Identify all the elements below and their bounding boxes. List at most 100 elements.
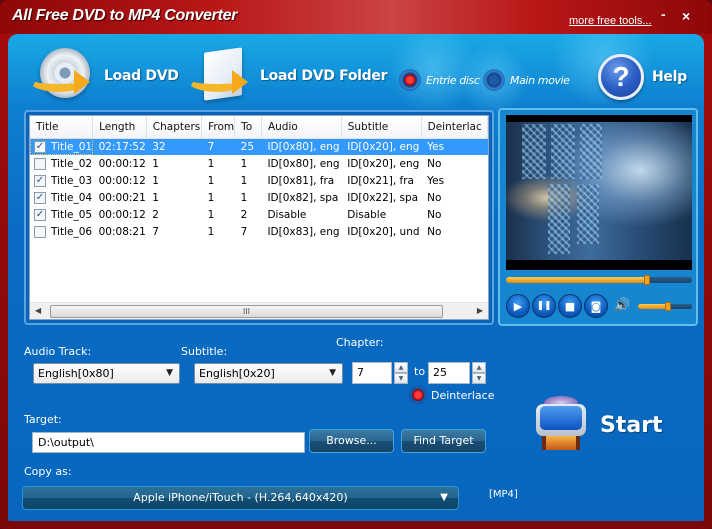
titles-panel: Title Length Chapters From To Audio Subt… bbox=[24, 110, 494, 325]
spin-up-icon[interactable]: ▲ bbox=[472, 362, 486, 373]
volume-slider[interactable] bbox=[638, 302, 692, 311]
close-button[interactable]: × bbox=[682, 8, 690, 24]
start-converter-icon bbox=[532, 396, 590, 454]
column-header-length[interactable]: Length bbox=[92, 116, 147, 139]
cell-deinterlace: No bbox=[427, 225, 442, 238]
cell-subtitle: ID[0x20], eng bbox=[341, 138, 422, 155]
column-header-chapters[interactable]: Chapters bbox=[146, 116, 203, 139]
browse-button[interactable]: Browse... bbox=[309, 429, 394, 453]
table-row[interactable]: ✓ Title_04 00:00:21 1 1 1 ID[0x82], spa ID[0x22… bbox=[30, 189, 488, 206]
cell-deinterlace: Yes bbox=[421, 138, 488, 155]
cell-from: 1 bbox=[207, 191, 215, 204]
play-icon: ▶ bbox=[513, 299, 523, 313]
row-checkbox[interactable]: ✓ bbox=[34, 191, 46, 204]
column-header-subtitle[interactable]: Subtitle bbox=[341, 116, 422, 139]
table-row[interactable]: ✓ Title_03 00:00:12 1 1 1 ID[0x81], fra ID[0x21… bbox=[30, 172, 488, 189]
subtitle-select[interactable]: English[0x20] ▼ bbox=[194, 363, 343, 384]
chevron-down-icon: ▼ bbox=[440, 492, 448, 503]
chevron-down-icon: ▼ bbox=[329, 368, 336, 378]
row-checkbox[interactable] bbox=[34, 157, 46, 170]
chapter-from-stepper[interactable]: ▲ ▼ bbox=[394, 362, 408, 384]
title-name: Title_04 bbox=[51, 191, 93, 204]
chapter-to-stepper[interactable]: ▲ ▼ bbox=[472, 362, 486, 384]
row-checkbox[interactable]: ✓ bbox=[34, 174, 46, 187]
radio-entire-disc[interactable]: Entrie disc bbox=[400, 70, 480, 90]
more-free-tools-link[interactable]: more free tools... bbox=[569, 15, 652, 27]
cell-to: 1 bbox=[240, 174, 248, 187]
app-title: All Free DVD to MP4 Converter bbox=[12, 7, 238, 24]
pause-icon: ❚❚ bbox=[536, 301, 552, 311]
row-checkbox[interactable]: ✓ bbox=[34, 208, 46, 221]
spin-down-icon[interactable]: ▼ bbox=[472, 373, 486, 384]
spin-down-icon[interactable]: ▼ bbox=[394, 373, 408, 384]
cell-deinterlace: No bbox=[427, 191, 442, 204]
scroll-left-arrow-icon[interactable]: ◀ bbox=[35, 306, 41, 315]
copy-as-profile-select[interactable]: Apple iPhone/iTouch - (H.264,640x420) ▼ bbox=[22, 486, 459, 510]
cell-subtitle: ID[0x20], eng bbox=[347, 157, 420, 170]
deinterlace-toggle[interactable]: Deinterlace bbox=[410, 387, 494, 403]
cell-audio: ID[0x83], eng bbox=[267, 225, 340, 238]
spin-up-icon[interactable]: ▲ bbox=[394, 362, 408, 373]
stop-icon: ■ bbox=[564, 299, 576, 313]
table-row[interactable]: ✓ Title_01 02:17:52 32 7 25 ID[0x80], eng ID[0x… bbox=[30, 138, 488, 155]
volume-handle[interactable] bbox=[664, 302, 671, 311]
chevron-down-icon: ▼ bbox=[166, 368, 173, 378]
load-dvd-folder-button[interactable]: Load DVD Folder bbox=[188, 47, 388, 104]
seek-handle[interactable] bbox=[644, 275, 651, 285]
help-button[interactable]: ? Help bbox=[598, 54, 687, 100]
cell-chapters: 1 bbox=[152, 191, 159, 204]
video-frame-image bbox=[506, 122, 692, 260]
chapter-from-input[interactable]: 7 bbox=[352, 362, 392, 384]
target-path-input[interactable]: D:\output\ bbox=[32, 432, 305, 453]
load-dvd-button[interactable]: Load DVD bbox=[30, 48, 179, 104]
cell-length: 00:00:12 bbox=[98, 157, 146, 170]
horizontal-scrollbar[interactable]: ◀ III ▶ bbox=[30, 302, 488, 319]
cell-to: 2 bbox=[240, 208, 248, 221]
scroll-thumb[interactable]: III bbox=[50, 305, 443, 318]
row-checkbox[interactable] bbox=[34, 225, 46, 238]
start-button[interactable]: Start bbox=[532, 396, 663, 454]
cell-title: Title_06 bbox=[30, 223, 93, 240]
cell-chapters: 32 bbox=[146, 138, 202, 155]
column-header-title[interactable]: Title bbox=[30, 116, 94, 139]
cell-from: 1 bbox=[207, 208, 215, 221]
play-button[interactable]: ▶ bbox=[506, 294, 530, 318]
row-checkbox[interactable]: ✓ bbox=[34, 140, 46, 153]
snapshot-button[interactable]: ◙ bbox=[584, 294, 608, 318]
column-header-deinterlace[interactable]: Deinterlac bbox=[421, 116, 488, 139]
cell-title: ✓ Title_05 bbox=[30, 206, 93, 223]
title-bar[interactable]: All Free DVD to MP4 Converter more free … bbox=[0, 0, 712, 34]
volume-icon[interactable]: 🔊 bbox=[614, 298, 630, 313]
minimize-button[interactable]: - bbox=[661, 6, 666, 22]
pause-button[interactable]: ❚❚ bbox=[532, 294, 556, 318]
table-header: Title Length Chapters From To Audio Subt… bbox=[30, 116, 488, 139]
video-preview bbox=[506, 115, 692, 270]
load-dvd-folder-label: Load DVD Folder bbox=[260, 68, 388, 84]
scroll-right-arrow-icon[interactable]: ▶ bbox=[477, 306, 483, 315]
cell-subtitle: ID[0x20], und bbox=[347, 225, 420, 238]
column-header-to[interactable]: To bbox=[234, 116, 262, 139]
cell-from: 1 bbox=[207, 174, 215, 187]
cell-title: ✓ Title_01 bbox=[30, 138, 93, 155]
radio-main-movie[interactable]: Main movie bbox=[484, 70, 570, 90]
table-row[interactable]: ✓ Title_05 00:00:12 2 1 2 Disable Disable No bbox=[30, 206, 488, 223]
radio-indicator bbox=[400, 70, 420, 90]
titles-table: Title Length Chapters From To Audio Subt… bbox=[30, 116, 488, 240]
seek-slider[interactable] bbox=[506, 275, 692, 285]
stop-button[interactable]: ■ bbox=[558, 294, 582, 318]
audio-track-select[interactable]: English[0x80] ▼ bbox=[33, 363, 180, 384]
load-dvd-label: Load DVD bbox=[104, 68, 179, 84]
find-target-button[interactable]: Find Target bbox=[401, 429, 486, 453]
cell-to: 1 bbox=[240, 191, 248, 204]
column-header-audio[interactable]: Audio bbox=[261, 116, 342, 139]
target-label: Target: bbox=[24, 413, 62, 426]
radio-indicator bbox=[484, 70, 504, 90]
cell-audio: Disable bbox=[267, 208, 307, 221]
column-header-from[interactable]: From bbox=[201, 116, 236, 139]
chapter-to-input[interactable]: 25 bbox=[428, 362, 470, 384]
table-row[interactable]: Title_06 00:08:21 7 1 7 ID[0x83], eng ID[0x20]… bbox=[30, 223, 488, 240]
cell-from: 7 bbox=[201, 138, 235, 155]
table-row[interactable]: Title_02 00:00:12 1 1 1 ID[0x80], eng ID[0x20]… bbox=[30, 155, 488, 172]
chapter-label: Chapter: bbox=[336, 336, 384, 349]
cell-from: 1 bbox=[207, 225, 215, 238]
